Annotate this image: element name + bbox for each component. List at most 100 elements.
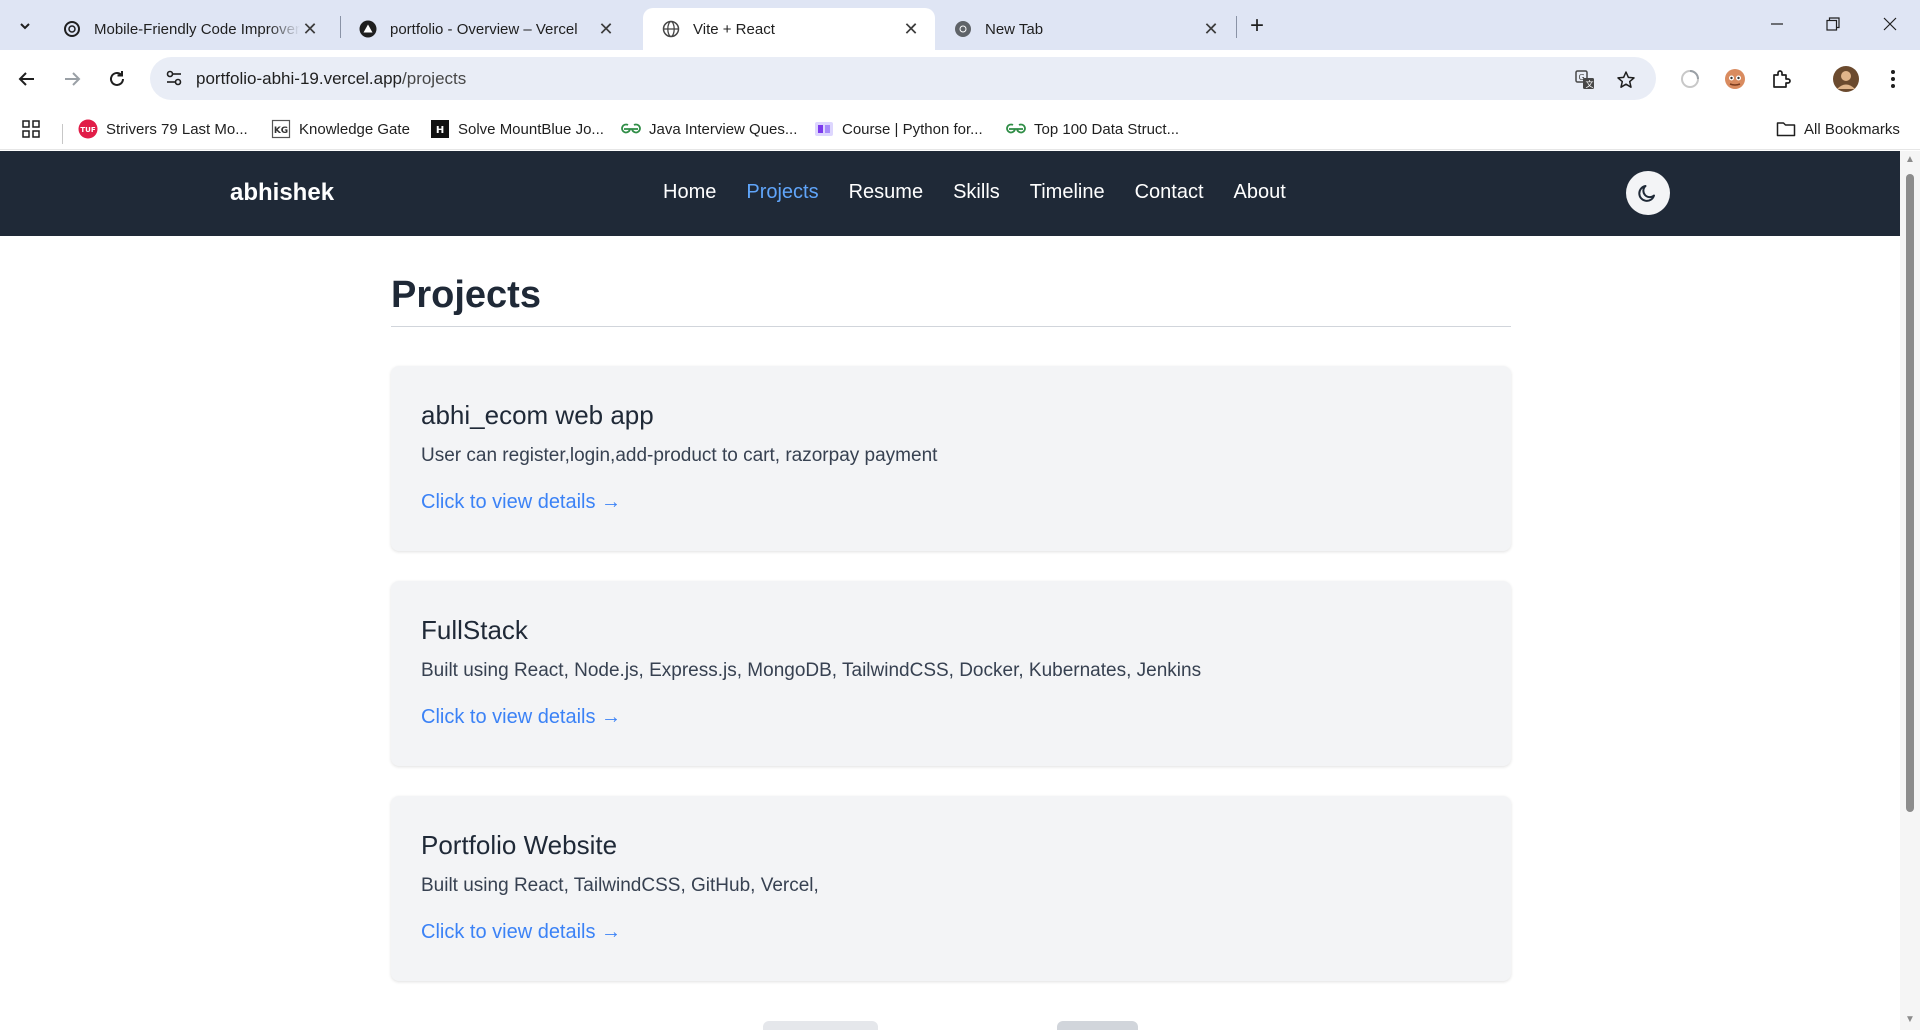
plus-icon: + <box>1249 12 1264 39</box>
bookmark-label: Strivers 79 Last Mo... <box>106 120 248 138</box>
bookmark-knowledge-gate[interactable]: KG Knowledge Gate <box>271 118 410 140</box>
translate-icon[interactable]: G文 <box>1572 67 1598 93</box>
arrow-right-icon <box>65 72 81 86</box>
course-icon <box>814 120 834 138</box>
tab-mobile-friendly[interactable]: Mobile-Friendly Code Improver ✕ <box>44 8 334 50</box>
close-icon[interactable]: ✕ <box>1201 19 1221 39</box>
bookmark-label: Course | Python for... <box>842 120 983 138</box>
site-info-icon[interactable] <box>164 68 184 93</box>
tab-search-button[interactable] <box>10 13 40 39</box>
nav-link-home[interactable]: Home <box>663 181 716 204</box>
browser-menu-button[interactable] <box>1877 63 1909 95</box>
project-card: FullStack Built using React, Node.js, Ex… <box>391 581 1511 766</box>
heading-divider <box>391 326 1511 327</box>
project-description: User can register,login,add-product to c… <box>421 445 938 466</box>
bookmark-mountblue[interactable]: H Solve MountBlue Jo... <box>430 118 604 140</box>
bookmark-star-icon[interactable] <box>1613 67 1639 93</box>
scroll-down-icon[interactable]: ▼ <box>1905 1015 1915 1025</box>
nav-link-projects[interactable]: Projects <box>746 181 818 204</box>
tab-vercel[interactable]: portfolio - Overview – Vercel ✕ <box>340 8 630 50</box>
restore-icon <box>1826 17 1840 31</box>
bookmark-python-course[interactable]: Course | Python for... <box>814 118 983 140</box>
url-path: /projects <box>402 69 467 88</box>
kebab-menu-icon <box>1891 70 1895 88</box>
nav-link-skills[interactable]: Skills <box>953 181 1000 204</box>
site-nav-links: Home Projects Resume Skills Timeline Con… <box>663 181 1286 204</box>
openai-icon <box>62 19 82 39</box>
theme-toggle-button[interactable] <box>1626 171 1670 215</box>
chrome-icon <box>953 19 973 39</box>
bookmark-top-100-dsa[interactable]: Top 100 Data Struct... <box>1006 118 1179 140</box>
project-card: abhi_ecom web app User can register,logi… <box>391 366 1511 551</box>
bookmark-label: Knowledge Gate <box>299 120 410 138</box>
project-details-link[interactable]: Click to view details → <box>421 921 621 943</box>
tab-title: portfolio - Overview – Vercel <box>390 20 578 38</box>
reload-icon <box>110 71 124 86</box>
browser-toolbar: portfolio-abhi-19.vercel.app/projects G文 <box>0 50 1920 108</box>
tab-title: New Tab <box>985 20 1044 38</box>
project-card: Portfolio Website Built using React, Tai… <box>391 796 1511 981</box>
tab-new-tab[interactable]: New Tab ✕ <box>935 8 1235 50</box>
moon-icon <box>1638 185 1655 202</box>
svg-text:H: H <box>436 125 444 136</box>
reload-button[interactable] <box>101 63 133 95</box>
minimize-button[interactable] <box>1757 8 1797 40</box>
nav-link-about[interactable]: About <box>1234 181 1286 204</box>
apps-button[interactable] <box>21 118 41 140</box>
project-title: abhi_ecom web app <box>421 400 654 430</box>
extensions-puzzle-icon[interactable] <box>1765 63 1797 95</box>
site-brand[interactable]: abhishek <box>230 179 334 207</box>
scroll-thumb[interactable] <box>1906 174 1914 812</box>
close-icon[interactable]: ✕ <box>300 19 320 39</box>
restore-button[interactable] <box>1813 8 1853 40</box>
extension-face-icon[interactable] <box>1719 63 1751 95</box>
tab-vite-react[interactable]: Vite + React ✕ <box>643 8 935 50</box>
bookmark-label: Java Interview Ques... <box>649 120 798 138</box>
tab-divider <box>1236 16 1237 38</box>
address-bar[interactable]: portfolio-abhi-19.vercel.app/projects G文 <box>150 57 1656 100</box>
window-close-button[interactable] <box>1870 8 1910 40</box>
kg-icon: KG <box>271 119 291 139</box>
bookmark-java-interview[interactable]: Java Interview Ques... <box>621 118 797 140</box>
forward-button[interactable] <box>56 63 88 95</box>
folder-icon <box>1776 120 1796 138</box>
nav-link-resume[interactable]: Resume <box>849 181 923 204</box>
page-scrollbar[interactable]: ▲ ▼ <box>1900 151 1920 1030</box>
bookmark-label: Top 100 Data Struct... <box>1034 120 1180 138</box>
url-text[interactable]: portfolio-abhi-19.vercel.app/projects <box>196 69 466 89</box>
vercel-icon <box>358 19 378 39</box>
tab-title: Vite + React <box>693 20 775 38</box>
scroll-up-icon[interactable]: ▲ <box>1905 155 1915 165</box>
page-title: Projects <box>391 274 541 316</box>
tab-strip: Mobile-Friendly Code Improver ✕ portfoli… <box>0 0 1920 50</box>
pagination-button[interactable] <box>763 1021 878 1030</box>
svg-text:KG: KG <box>274 126 288 136</box>
mountblue-icon: H <box>430 120 450 138</box>
project-details-link[interactable]: Click to view details → <box>421 706 621 728</box>
close-icon[interactable]: ✕ <box>901 19 921 39</box>
minimize-icon <box>1771 23 1783 25</box>
new-tab-button[interactable]: + <box>1243 12 1271 40</box>
nav-link-contact[interactable]: Contact <box>1135 181 1204 204</box>
tuf-icon: TUF <box>78 119 98 139</box>
project-details-link[interactable]: Click to view details → <box>421 491 621 513</box>
bookmark-label: Solve MountBlue Jo... <box>458 120 604 138</box>
tab-title: Mobile-Friendly Code Improver <box>94 20 300 38</box>
back-button[interactable] <box>11 63 43 95</box>
all-bookmarks-button[interactable]: All Bookmarks <box>1776 118 1900 140</box>
bookmark-strivers[interactable]: TUF Strivers 79 Last Mo... <box>78 118 248 140</box>
apps-grid-icon <box>22 120 40 138</box>
svg-text:G: G <box>1579 73 1585 82</box>
bookmarks-bar: TUF Strivers 79 Last Mo... KG Knowledge … <box>0 108 1920 150</box>
nav-link-timeline[interactable]: Timeline <box>1030 181 1105 204</box>
site-navbar: abhishek Home Projects Resume Skills Tim… <box>0 151 1900 236</box>
chevron-down-icon <box>20 23 30 30</box>
gfg-icon <box>1006 120 1026 138</box>
url-host: portfolio-abhi-19.vercel.app <box>196 69 403 88</box>
profile-avatar[interactable] <box>1830 63 1862 95</box>
pagination-button[interactable] <box>1057 1021 1138 1030</box>
close-icon[interactable]: ✕ <box>596 19 616 39</box>
close-icon <box>1883 17 1897 31</box>
extension-loading-icon[interactable] <box>1674 63 1706 95</box>
project-title: FullStack <box>421 615 528 645</box>
